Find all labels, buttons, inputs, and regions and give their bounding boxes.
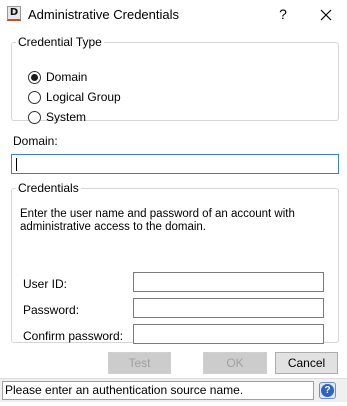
credential-type-group: Credential Type Domain Logical Group Sys… (11, 35, 339, 124)
help-button[interactable]: ? (272, 3, 294, 25)
domain-label: Domain: (13, 134, 58, 148)
status-message: Please enter an authentication source na… (2, 381, 314, 400)
radio-system-button[interactable] (28, 110, 41, 124)
administrative-credentials-dialog: D Administrative Credentials ? Credentia… (0, 0, 347, 406)
text-caret (16, 158, 17, 171)
close-button[interactable] (315, 3, 337, 25)
radio-system-label: System (46, 110, 87, 124)
confirm-password-label: Confirm password: (23, 329, 124, 343)
domain-input[interactable] (11, 154, 339, 174)
radio-domain-label: Domain (46, 70, 88, 84)
window-title: Administrative Credentials (28, 7, 180, 22)
window-bottom-edge (0, 402, 347, 406)
status-bar: Please enter an authentication source na… (0, 378, 347, 402)
cancel-button[interactable]: Cancel (275, 352, 338, 374)
password-label: Password: (23, 303, 80, 317)
status-help-button[interactable]: ? (319, 382, 336, 399)
radio-logical-group-label: Logical Group (46, 90, 121, 104)
title-bar: D Administrative Credentials ? (0, 0, 347, 30)
ok-button[interactable]: OK (203, 352, 267, 374)
credentials-legend: Credentials (18, 181, 79, 195)
close-icon (320, 9, 332, 21)
credentials-description: Enter the user name and password of an a… (20, 208, 295, 233)
user-id-label: User ID: (23, 277, 68, 291)
password-input[interactable] (133, 298, 324, 318)
credentials-group: Credentials Enter the user name and pass… (11, 181, 339, 344)
radio-logical-group-button[interactable] (28, 90, 41, 104)
test-button[interactable]: Test (108, 352, 171, 374)
confirm-password-input[interactable] (133, 324, 324, 344)
app-icon: D (7, 6, 21, 21)
user-id-input[interactable] (133, 272, 324, 292)
credential-type-legend: Credential Type (18, 35, 102, 49)
question-icon: ? (321, 384, 334, 397)
radio-logical-group[interactable]: Logical Group (28, 89, 121, 105)
radio-domain-button[interactable] (28, 70, 41, 84)
radio-system[interactable]: System (28, 109, 86, 125)
radio-domain[interactable]: Domain (28, 69, 87, 85)
